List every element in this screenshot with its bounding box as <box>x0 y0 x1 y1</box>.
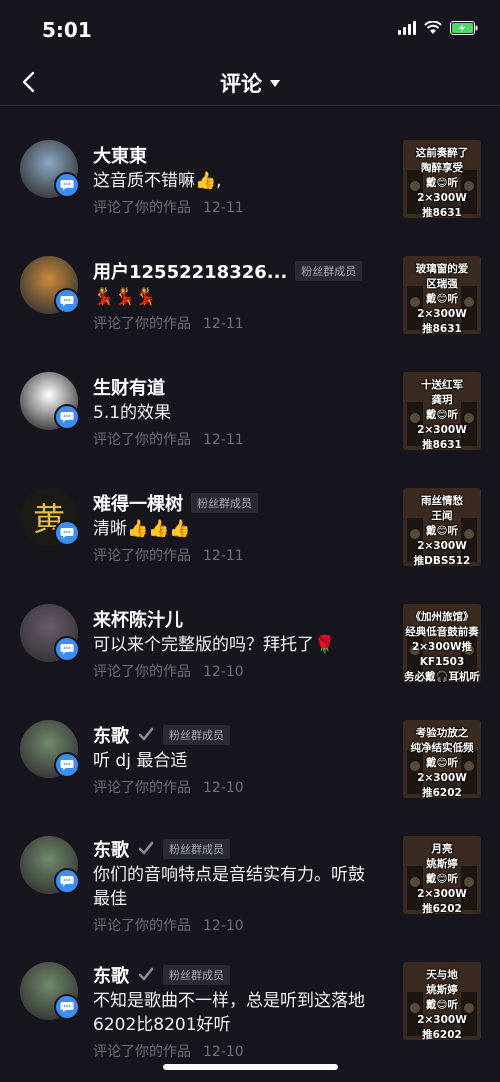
comment-text: 这音质不错嘛👍, <box>93 171 222 191</box>
avatar[interactable] <box>20 720 80 778</box>
thumbnail-caption: 考验功放之 纯净结实低频 戴😊听 2×300W 推6202 <box>410 727 474 798</box>
comment-bubble-icon <box>54 520 80 546</box>
comment-meta: 评论了你的作品 12-11 <box>93 545 244 565</box>
comment-text: 不知是歌曲不一样，总是听到这落地6202比8201好听 <box>93 991 365 1035</box>
comment-meta: 评论了你的作品 12-10 <box>93 1041 244 1061</box>
comment-text: 💃💃💃 <box>93 287 157 307</box>
thumbnail-caption: 雨丝情愁 王闻 戴😊听 2×300W 推DBS512 <box>413 495 471 566</box>
comment-item[interactable]: 来杯陈汁儿 可以来个完整版的吗？拜托了🌹 评论了你的作品 12-10 《加州旅馆》… <box>0 571 500 687</box>
video-thumbnail[interactable]: 雨丝情愁 王闻 戴😊听 2×300W 推DBS512 <box>403 488 481 566</box>
home-indicator <box>163 1064 338 1070</box>
user-name[interactable]: 来杯陈汁儿 <box>93 606 183 632</box>
nav-bar: 评论 <box>0 60 500 106</box>
comment-action: 评论了你的作品 <box>93 664 191 680</box>
video-thumbnail[interactable]: 月亮 姚斯婷 戴😊听 2×300W 推6202 <box>403 836 481 914</box>
comment-action: 评论了你的作品 <box>93 432 191 448</box>
user-name[interactable]: 东歌 <box>93 836 129 862</box>
verified-check-icon <box>138 967 154 981</box>
thumbnail-caption: 《加州旅馆》 经典低音鼓前奏 2×300W推KF1503 务必戴🎧耳机听 <box>403 611 481 682</box>
comment-item[interactable]: 东歌 粉丝群成员 你们的音响特点是音结实有力。听鼓最佳 评论了你的作品 12-10… <box>0 803 500 934</box>
avatar[interactable] <box>20 140 80 198</box>
thumbnail-caption: 天与地 姚斯婷 戴😊听 2×300W 推6202 <box>417 969 467 1040</box>
comment-action: 评论了你的作品 <box>93 780 191 796</box>
video-thumbnail[interactable]: 考验功放之 纯净结实低频 戴😊听 2×300W 推6202 <box>403 720 481 798</box>
user-name[interactable]: 生财有道 <box>93 374 165 400</box>
signal-icon <box>398 20 416 35</box>
user-name[interactable]: 大東東 <box>93 142 147 168</box>
comment-bubble-icon <box>54 636 80 662</box>
comment-text: 5.1的效果 <box>93 403 172 423</box>
comment-bubble-icon <box>54 288 80 314</box>
comment-bubble-icon <box>54 994 80 1020</box>
comment-item[interactable]: 东歌 粉丝群成员 听 dj 最合适 评论了你的作品 12-10 考验功放之 纯净结… <box>0 687 500 803</box>
comment-date: 12-10 <box>203 664 244 680</box>
video-thumbnail[interactable]: 《加州旅馆》 经典低音鼓前奏 2×300W推KF1503 务必戴🎧耳机听 <box>403 604 481 682</box>
avatar[interactable] <box>20 836 80 894</box>
user-name[interactable]: 东歌 <box>93 722 129 748</box>
fan-group-badge: 粉丝群成员 <box>191 493 258 513</box>
dropdown-caret-icon <box>270 79 280 87</box>
comment-action: 评论了你的作品 <box>93 1044 191 1060</box>
fan-group-badge: 粉丝群成员 <box>163 725 230 745</box>
video-thumbnail[interactable]: 玻璃窗的爱 区瑞强 戴😊听 2×300W 推8631 <box>403 256 481 334</box>
comment-date: 12-11 <box>203 200 244 216</box>
comment-action: 评论了你的作品 <box>93 548 191 564</box>
thumbnail-caption: 玻璃窗的爱 区瑞强 戴😊听 2×300W 推8631 <box>415 263 469 334</box>
thumbnail-caption: 月亮 姚斯婷 戴😊听 2×300W 推6202 <box>417 843 467 914</box>
page-title[interactable]: 评论 <box>0 68 500 98</box>
comment-item[interactable]: 生财有道 5.1的效果 评论了你的作品 12-11 十送红军 龚玥 戴😊听 2×3… <box>0 339 500 455</box>
comment-meta: 评论了你的作品 12-10 <box>93 777 244 797</box>
comment-meta: 评论了你的作品 12-10 <box>93 661 244 681</box>
comment-date: 12-11 <box>203 432 244 448</box>
comment-bubble-icon <box>54 868 80 894</box>
thumbnail-caption: 十送红军 龚玥 戴😊听 2×300W 推8631 <box>417 379 467 450</box>
status-time: 5:01 <box>42 18 92 42</box>
comment-meta: 评论了你的作品 12-11 <box>93 313 244 333</box>
avatar[interactable] <box>20 604 80 662</box>
video-thumbnail[interactable]: 这前奏醉了 陶醉享受 戴😊听 2×300W 推8631 <box>403 140 481 218</box>
comment-item[interactable]: 大東東 这音质不错嘛👍, 评论了你的作品 12-11 这前奏醉了 陶醉享受 戴😊听… <box>0 107 500 223</box>
wifi-icon <box>424 20 442 35</box>
comment-text: 你们的音响特点是音结实有力。听鼓最佳 <box>93 865 365 909</box>
comment-item[interactable]: 东歌 粉丝群成员 不知是歌曲不一样，总是听到这落地6202比8201好听 评论了… <box>0 929 500 1060</box>
comment-bubble-icon <box>54 752 80 778</box>
comment-action: 评论了你的作品 <box>93 200 191 216</box>
page-title-label: 评论 <box>220 72 262 96</box>
status-bar: 5:01 <box>0 0 500 60</box>
battery-icon <box>450 20 478 35</box>
fan-group-badge: 粉丝群成员 <box>295 261 363 281</box>
comment-text: 听 dj 最合适 <box>93 751 188 771</box>
comment-date: 12-11 <box>203 548 244 564</box>
comment-bubble-icon <box>54 404 80 430</box>
video-thumbnail[interactable]: 天与地 姚斯婷 戴😊听 2×300W 推6202 <box>403 962 481 1040</box>
comment-item[interactable]: 黄 难得一棵树 粉丝群成员 清晰👍👍👍 评论了你的作品 12-11 雨丝情愁 王闻 <box>0 455 500 571</box>
avatar[interactable] <box>20 962 80 1020</box>
verified-check-icon <box>138 727 154 741</box>
comment-date: 12-11 <box>203 316 244 332</box>
comment-action: 评论了你的作品 <box>93 316 191 332</box>
fan-group-badge: 粉丝群成员 <box>163 965 230 985</box>
thumbnail-caption: 这前奏醉了 陶醉享受 戴😊听 2×300W 推8631 <box>415 147 469 218</box>
user-name[interactable]: 东歌 <box>93 962 129 988</box>
comment-text: 清晰👍👍👍 <box>93 519 191 539</box>
user-name[interactable]: 用户12552218326... <box>93 258 287 284</box>
avatar[interactable] <box>20 256 80 314</box>
comment-date: 12-10 <box>203 1044 244 1060</box>
video-thumbnail[interactable]: 十送红军 龚玥 戴😊听 2×300W 推8631 <box>403 372 481 450</box>
comment-meta: 评论了你的作品 12-11 <box>93 197 244 217</box>
comment-bubble-icon <box>54 172 80 198</box>
comment-item[interactable]: 用户12552218326... 粉丝群成员 💃💃💃 评论了你的作品 12-11 … <box>0 223 500 339</box>
avatar[interactable] <box>20 372 80 430</box>
comment-text: 可以来个完整版的吗？拜托了🌹 <box>93 635 336 655</box>
fan-group-badge: 粉丝群成员 <box>163 839 230 859</box>
comment-date: 12-10 <box>203 780 244 796</box>
verified-check-icon <box>138 841 154 855</box>
avatar[interactable]: 黄 <box>20 488 80 546</box>
user-name[interactable]: 难得一棵树 <box>93 490 183 516</box>
comment-meta: 评论了你的作品 12-11 <box>93 429 244 449</box>
